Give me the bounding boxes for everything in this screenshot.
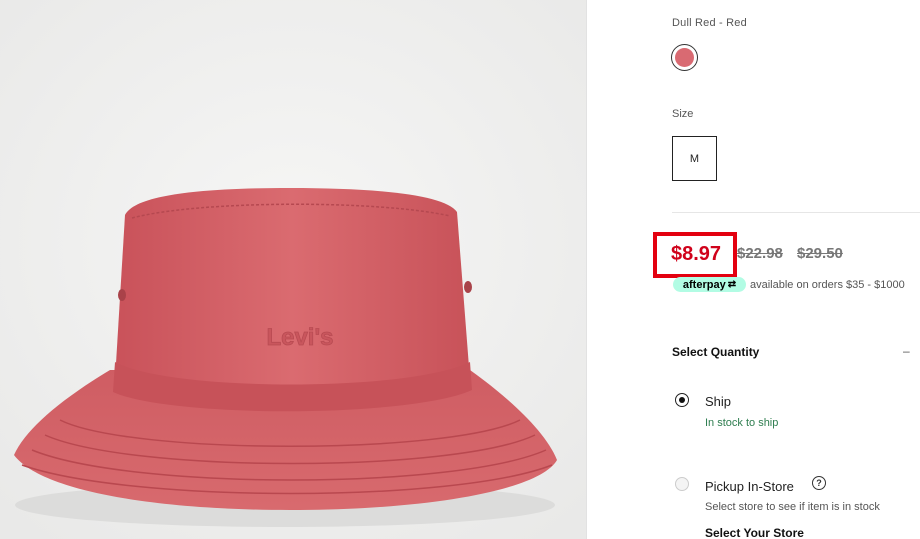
original-price: $22.98: [737, 245, 783, 262]
ship-stock-status: In stock to ship: [705, 417, 779, 429]
afterpay-badge[interactable]: afterpay ⇄: [673, 277, 746, 292]
pickup-note: Select store to see if item is in stock: [705, 501, 880, 513]
list-price: $29.50: [797, 245, 843, 262]
product-image: Levi's: [0, 0, 586, 539]
size-option-m[interactable]: M: [672, 136, 717, 181]
sale-price: $8.97: [671, 243, 722, 265]
afterpay-text: available on orders $35 - $1000: [750, 279, 905, 291]
afterpay-label: afterpay: [682, 278, 726, 291]
ship-radio[interactable]: [675, 393, 689, 407]
ship-label: Ship: [705, 394, 732, 409]
help-icon[interactable]: ?: [812, 476, 826, 490]
levis-logo: Levi's: [266, 324, 333, 351]
pickup-label: Pickup In-Store: [705, 479, 794, 494]
size-label: Size: [672, 108, 694, 120]
product-info-panel: Dull Red - Red Size M $8.97 $22.98 $29.5…: [587, 0, 920, 539]
section-divider: [672, 212, 920, 213]
radio-selected-dot: [679, 397, 685, 403]
select-quantity-heading: Select Quantity: [672, 345, 760, 359]
swatch-fill: [675, 48, 694, 67]
select-store-link[interactable]: Select Your Store: [705, 526, 804, 539]
pickup-radio[interactable]: [675, 477, 689, 491]
afterpay-loop-icon: ⇄: [727, 279, 737, 290]
minus-icon[interactable]: –: [903, 344, 910, 358]
color-swatch-dull-red[interactable]: [671, 44, 698, 71]
bucket-hat-illustration: Levi's: [0, 0, 586, 539]
color-label: Dull Red - Red: [672, 17, 747, 29]
